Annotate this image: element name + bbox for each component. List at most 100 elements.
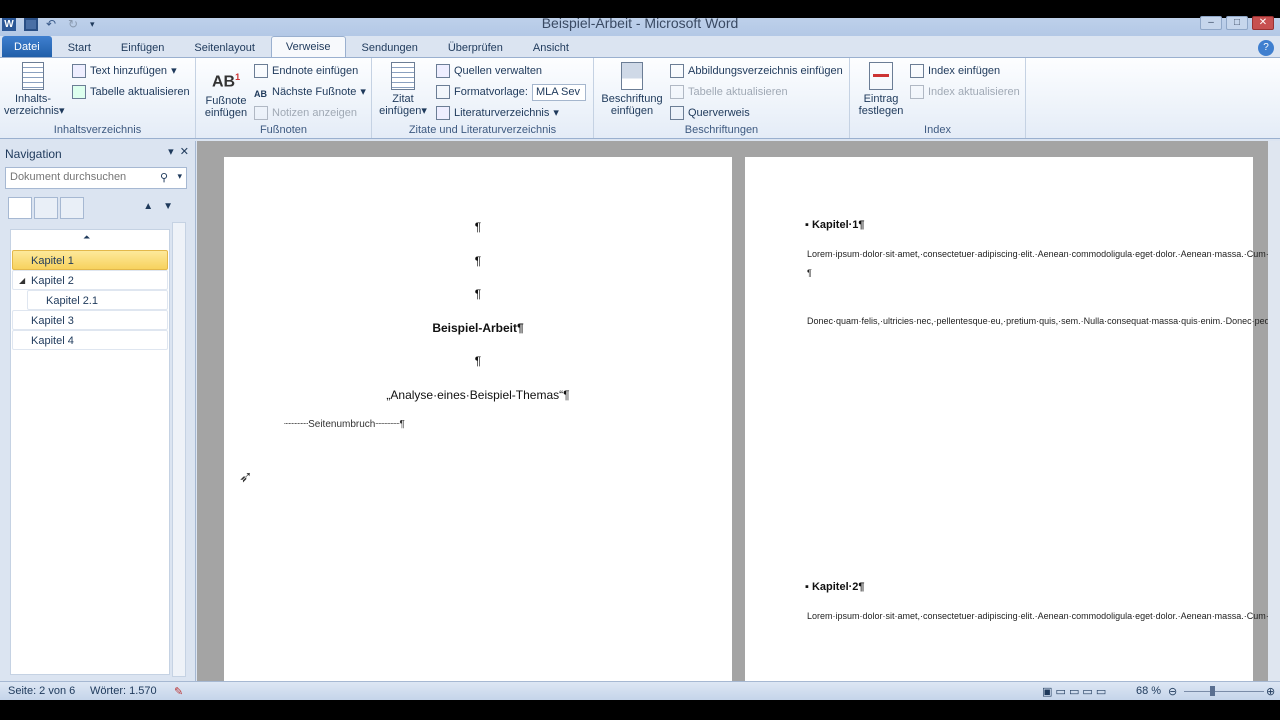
toc-button[interactable]: Inhalts- verzeichnis▾ <box>4 62 65 117</box>
insert-endnote-button[interactable]: Endnote einfügen <box>254 62 358 80</box>
insert-citation-label: Zitat einfügen <box>379 93 422 117</box>
group-label-captions: Beschriftungen <box>684 124 759 136</box>
nav-item-kapitel-2[interactable]: ◢ Kapitel 2 <box>12 270 168 290</box>
minimize-button[interactable]: – <box>1200 16 1222 30</box>
insert-citation-button[interactable]: Zitat einfügen▾ <box>376 62 430 117</box>
show-notes-icon <box>254 106 268 120</box>
zoom-level[interactable]: 68 % <box>1136 685 1161 697</box>
page-1[interactable]: ¶ ¶ ¶ Beispiel-Arbeit¶ ¶ „Analyse·eines·… <box>224 157 732 681</box>
tab-references[interactable]: Verweise <box>270 36 346 58</box>
close-window-button[interactable]: ✕ <box>1252 16 1274 30</box>
word-window: W ↶ ↻ ▾ Beispiel-Arbeit - Microsoft Word… <box>0 0 1280 720</box>
bottom-black-bar <box>0 700 1280 720</box>
pilcrow-1: ¶ <box>474 220 482 234</box>
footnote-icon: AB1 <box>212 72 241 91</box>
tab-review[interactable]: Überprüfen <box>434 38 517 58</box>
nav-heading-list: ⏶ Kapitel 1 ◢ Kapitel 2 Kapitel 2.1 Kapit… <box>10 229 170 675</box>
mark-entry-label: Eintrag festlegen <box>858 93 904 117</box>
nav-close-icon[interactable]: ✕ <box>180 146 189 158</box>
update-tof-button[interactable]: Tabelle aktualisieren <box>670 83 788 101</box>
next-heading-icon[interactable]: ▼ <box>163 201 183 212</box>
web-layout-icon[interactable]: ▭ <box>1069 686 1079 698</box>
reading-view-icon[interactable]: ▭ <box>1055 686 1065 698</box>
maximize-button[interactable]: □ <box>1226 16 1248 30</box>
tab-file[interactable]: Datei <box>2 36 52 58</box>
style-select[interactable]: MLA Sev <box>531 83 586 101</box>
insert-footnote-button[interactable]: AB1 Fußnote einfügen <box>202 62 250 119</box>
nav-item-label: Kapitel 3 <box>31 315 74 327</box>
style-select-row: Formatvorlage: MLA Sev <box>436 83 586 101</box>
bibliography-button[interactable]: Literaturverzeichnis ▾ <box>436 104 559 122</box>
tab-start[interactable]: Start <box>54 38 105 58</box>
tab-view[interactable]: Ansicht <box>519 38 583 58</box>
insert-index-button[interactable]: Index einfügen <box>910 62 1000 80</box>
citation-icon <box>391 62 415 90</box>
search-input[interactable] <box>10 171 150 183</box>
mark-entry-icon <box>869 62 893 90</box>
headings-view-icon[interactable] <box>8 197 32 219</box>
insert-index-icon <box>910 64 924 78</box>
outline-view-icon[interactable]: ▭ <box>1082 686 1092 698</box>
zoom-in-icon[interactable]: ⊕ <box>1266 685 1275 698</box>
page-2[interactable]: ▪ Kapitel·1¶ Lorem·ipsum·dolor·sit·amet,… <box>745 157 1268 681</box>
tof-icon <box>670 64 684 78</box>
group-label-toc: Inhaltsverzeichnis <box>53 124 142 136</box>
style-label: Formatvorlage: <box>454 86 528 98</box>
heading-kapitel-1-text: Kapitel·1¶ <box>811 219 865 231</box>
next-footnote-button[interactable]: AB Nächste Fußnote ▾ <box>254 83 366 101</box>
previous-heading-icon[interactable]: ▲ <box>143 201 163 212</box>
zoom-slider-thumb[interactable] <box>1210 686 1215 696</box>
nav-controls: ▾ ✕ <box>168 145 189 158</box>
results-view-icon[interactable] <box>60 197 84 219</box>
insert-tof-button[interactable]: Abbildungsverzeichnis einfügen <box>670 62 843 80</box>
next-footnote-icon: AB <box>254 89 267 99</box>
update-table-button[interactable]: Tabelle aktualisieren <box>72 83 190 101</box>
add-text-button[interactable]: Text hinzufügen ▾ <box>72 62 177 80</box>
pages-view-icon[interactable] <box>34 197 58 219</box>
draft-view-icon[interactable]: ▭ <box>1096 686 1106 698</box>
tab-insert[interactable]: Einfügen <box>107 38 178 58</box>
mark-entry-button[interactable]: Eintrag festlegen <box>854 62 908 117</box>
insert-caption-label: Beschriftung einfügen <box>601 93 663 117</box>
nav-title: Navigation <box>5 147 62 161</box>
bibliography-label: Literaturverzeichnis <box>454 107 550 119</box>
nav-item-kapitel-3[interactable]: Kapitel 3 <box>12 310 168 330</box>
help-icon[interactable]: ? <box>1258 40 1274 56</box>
nav-item-kapitel-1[interactable]: Kapitel 1 <box>12 250 168 270</box>
tab-mailings[interactable]: Sendungen <box>348 38 432 58</box>
print-layout-icon[interactable]: ▣ <box>1042 686 1052 698</box>
nav-menu-icon[interactable]: ▾ <box>168 146 174 158</box>
pilcrow-2: ¶ <box>474 254 482 268</box>
expand-triangle-icon[interactable]: ◢ <box>19 271 25 291</box>
heading-kapitel-2-text: Kapitel·2¶ <box>811 581 865 593</box>
manage-sources-button[interactable]: Quellen verwalten <box>436 62 542 80</box>
pilcrow-4: ¶ <box>474 354 482 368</box>
nav-item-kapitel-2-1[interactable]: Kapitel 2.1 <box>27 290 168 310</box>
collapse-all-icon[interactable]: ⏶ <box>83 232 90 243</box>
search-icon[interactable]: ⚲ <box>160 171 168 184</box>
nav-item-label: Kapitel 4 <box>31 335 74 347</box>
update-index-button[interactable]: Index aktualisieren <box>910 83 1020 101</box>
pilcrow-3: ¶ <box>474 287 482 301</box>
search-options-icon[interactable]: ▾ <box>177 171 182 182</box>
tab-page-layout[interactable]: Seitenlayout <box>180 38 269 58</box>
group-footnotes: AB1 Fußnote einfügen Endnote einfügen AB… <box>196 58 372 138</box>
zoom-out-icon[interactable]: ⊖ <box>1168 685 1177 698</box>
insert-caption-button[interactable]: Beschriftung einfügen <box>598 62 666 117</box>
show-notes-button[interactable]: Notizen anzeigen <box>254 104 357 122</box>
style-icon <box>436 85 450 99</box>
page-count[interactable]: Seite: 2 von 6 <box>8 685 75 697</box>
nav-search-box: ⚲ ▾ <box>5 167 187 189</box>
bibliography-icon <box>436 106 450 120</box>
crossref-button[interactable]: Querverweis <box>670 104 750 122</box>
document-scrollbar[interactable] <box>1268 141 1280 681</box>
nav-item-kapitel-4[interactable]: Kapitel 4 <box>12 330 168 350</box>
doc-subtitle: „Analyse·eines·Beispiel-Themas“¶ <box>386 388 570 402</box>
zoom-slider[interactable] <box>1184 691 1264 692</box>
crossref-label: Querverweis <box>688 107 750 119</box>
proofing-icon[interactable]: ✎ <box>174 685 183 698</box>
document-area: ¶ ¶ ¶ Beispiel-Arbeit¶ ¶ „Analyse·eines·… <box>197 141 1268 681</box>
insert-index-label: Index einfügen <box>928 65 1001 77</box>
word-count[interactable]: Wörter: 1.570 <box>90 685 157 697</box>
nav-scrollbar[interactable] <box>172 222 186 677</box>
